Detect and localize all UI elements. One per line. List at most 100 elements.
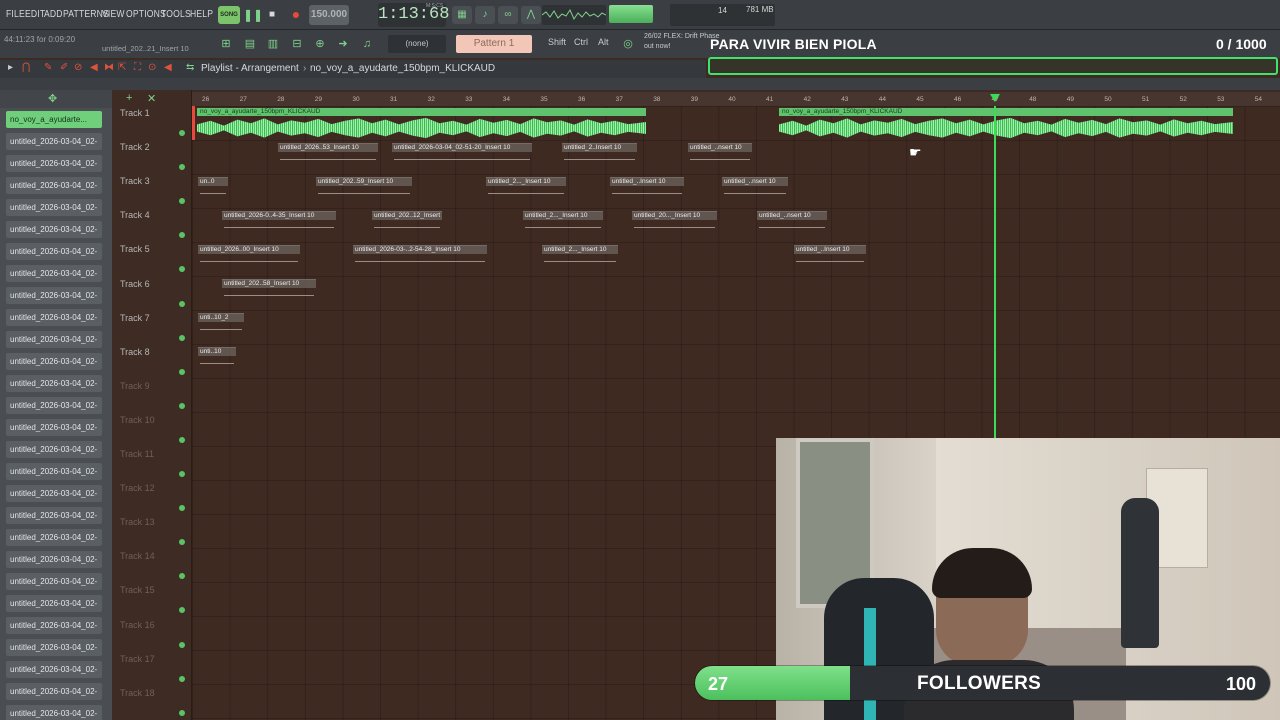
pattern-clip[interactable]: untitled_2026..00_Insert 10 [198,245,300,263]
menu-file[interactable]: FILE [6,9,25,20]
browser-add-icon[interactable]: ✥ [48,92,57,105]
pattern-clip[interactable]: untitled_202..59_Insert 10 [316,177,412,195]
track-name[interactable]: Track 3 [120,176,150,186]
piano-roll-icon[interactable]: ▥ [263,35,283,53]
browser-item[interactable]: untitled_2026-03-04_02- [6,265,102,282]
channel-rack-icon[interactable]: ▤ [240,35,260,53]
browser-item[interactable]: untitled_2026-03-04_02- [6,573,102,590]
pattern-clip[interactable]: untitled_202..58_Insert 10 [222,279,316,297]
audio-clip[interactable]: no_voy_a_ayudarte_150bpm_KLICKAUD [779,108,1233,139]
browser-item[interactable]: untitled_2026-03-04_02- [6,177,102,194]
pattern-clip[interactable]: untitled_2..._Insert 10 [542,245,618,263]
browser-item[interactable]: untitled_2026-03-04_02- [6,705,102,720]
pattern-clip[interactable]: untitled_..Insert 10 [794,245,866,263]
news-line-1[interactable]: 26/02 FLEX: Drift Phase [644,33,719,40]
browser-item[interactable]: untitled_2026-03-04_02- [6,551,102,568]
step-edit-icon[interactable]: ♪ [475,6,495,24]
mute-icon[interactable]: ◀ [90,62,98,73]
menu-options[interactable]: OPTIONS [126,9,166,20]
pause-icon[interactable]: ❚❚ [243,5,263,25]
playback-icon[interactable]: ⊙ [148,62,156,73]
browser-item[interactable]: untitled_2026-03-04_02- [6,397,102,414]
track-mute-led[interactable] [179,334,185,341]
playlist-icon[interactable]: ⊟ [287,35,307,53]
browser-item[interactable]: untitled_2026-03-04_02- [6,133,102,150]
track-mute-led[interactable] [179,641,185,648]
track-name[interactable]: Track 8 [120,347,150,357]
track-mute-led[interactable] [179,300,185,307]
browser-item[interactable]: untitled_2026-03-04_02- [6,353,102,370]
pattern-clip[interactable]: untitled_2026-03-04_02-51-20_Insert 10 [392,143,532,161]
browser-item[interactable]: untitled_2026-03-04_02- [6,639,102,656]
master-volume-meter[interactable] [609,5,653,23]
track-name[interactable]: Track 9 [120,381,150,391]
track-mute-led[interactable] [179,709,185,716]
pattern-clip[interactable]: untitled_2026-0..4-35_Insert 10 [222,211,336,229]
record-icon[interactable]: ● [288,5,304,25]
pattern-clip[interactable]: untitled_202..12_Insert 10 [372,211,442,229]
track-mute-led[interactable] [179,471,185,477]
track-mute-led[interactable] [179,368,185,375]
browser-item[interactable]: untitled_2026-03-04_02- [6,331,102,348]
browser-icon[interactable]: ⊕ [310,35,330,53]
scrub-icon[interactable]: ◀ [164,62,172,73]
news-icon[interactable]: ◎ [618,35,638,53]
browser-item[interactable]: untitled_2026-03-04_02- [6,375,102,392]
browser-item[interactable]: untitled_2026-03-04_02- [6,529,102,546]
news-line-2[interactable]: out now! [644,43,670,50]
browser-item[interactable]: untitled_2026-03-04_02- [6,221,102,238]
microphone-icon[interactable]: ♫ [357,35,377,53]
pattern-clip[interactable]: un..0 [198,177,228,195]
menu-edit[interactable]: EDIT [25,9,45,20]
draw-icon[interactable]: ✎ [44,62,52,73]
browser-item[interactable]: untitled_2026-03-04_02- [6,419,102,436]
pattern-clip[interactable]: unti..10_2 [198,313,244,331]
mixer-icon[interactable]: ⊞ [216,35,236,53]
browser-item[interactable]: untitled_2026-03-04_02- [6,661,102,678]
track-name[interactable]: Track 7 [120,313,150,323]
delete-icon[interactable]: ⊘ [74,62,82,73]
browser-item[interactable]: untitled_2026-03-04_02- [6,463,102,480]
track-mute-led[interactable] [179,675,185,682]
browser-item[interactable]: untitled_2026-03-04_02- [6,617,102,634]
pattern-clip[interactable]: untitled_..Insert 10 [610,177,684,195]
browser-item[interactable]: untitled_2026-03-04_02- [6,683,102,700]
metronome-icon[interactable]: ⋀ [521,6,541,24]
track-name[interactable]: Track 10 [120,415,155,425]
browser-item[interactable]: untitled_2026-03-04_02- [6,507,102,524]
pattern-clip[interactable]: untitled_2..._Insert 10 [523,211,603,229]
snap-icon[interactable]: ⇆ [186,62,194,73]
track-mute-led[interactable] [179,402,185,409]
shift-key[interactable]: Shift [548,37,566,47]
track-name[interactable]: Track 2 [120,142,150,152]
browser-item[interactable]: untitled_2026-03-04_02- [6,485,102,502]
menu-view[interactable]: VIEW [102,9,125,20]
track-name[interactable]: Track 12 [120,483,155,493]
pattern-clip[interactable]: untitled_2..Insert 10 [562,143,637,161]
browser-item[interactable]: untitled_2026-03-04_02- [6,309,102,326]
browser-item[interactable]: untitled_2026-03-04_02- [6,155,102,172]
menu-tools[interactable]: TOOLS [161,9,191,20]
pattern-clip[interactable]: untitled_2..._Insert 10 [486,177,566,195]
select-icon[interactable]: ⇱ [118,62,126,73]
blend-notes-icon[interactable]: ∞ [498,6,518,24]
typing-keyboard-icon[interactable]: ▦ [452,6,472,24]
track-mute-led[interactable] [179,130,185,136]
play-arrow-icon[interactable]: ▸ [8,62,13,73]
browser-item[interactable]: no_voy_a_ayudarte... [6,111,102,128]
pattern-clip[interactable]: untitled_2026-03-..2-54-28_Insert 10 [353,245,487,263]
slice-icon[interactable]: ⧓ [104,62,114,73]
track-name[interactable]: Track 15 [120,585,155,595]
menu-add[interactable]: ADD [44,9,63,20]
playlist-pattern-name[interactable]: no_voy_a_ayudarte_150bpm_KLICKAUD [310,63,495,74]
zoom-icon[interactable]: ⛶ [134,62,141,73]
track-name[interactable]: Track 18 [120,688,155,698]
alt-key[interactable]: Alt [598,37,609,47]
stop-icon[interactable]: ■ [264,5,280,25]
tempo-display[interactable]: 150.000 [309,5,349,25]
track-name[interactable]: Track 4 [120,210,150,220]
track-name[interactable]: Track 13 [120,517,155,527]
browser-item[interactable]: untitled_2026-03-04_02- [6,287,102,304]
paint-icon[interactable]: ✐ [60,62,68,73]
close-icon[interactable]: ✕ [147,92,156,105]
